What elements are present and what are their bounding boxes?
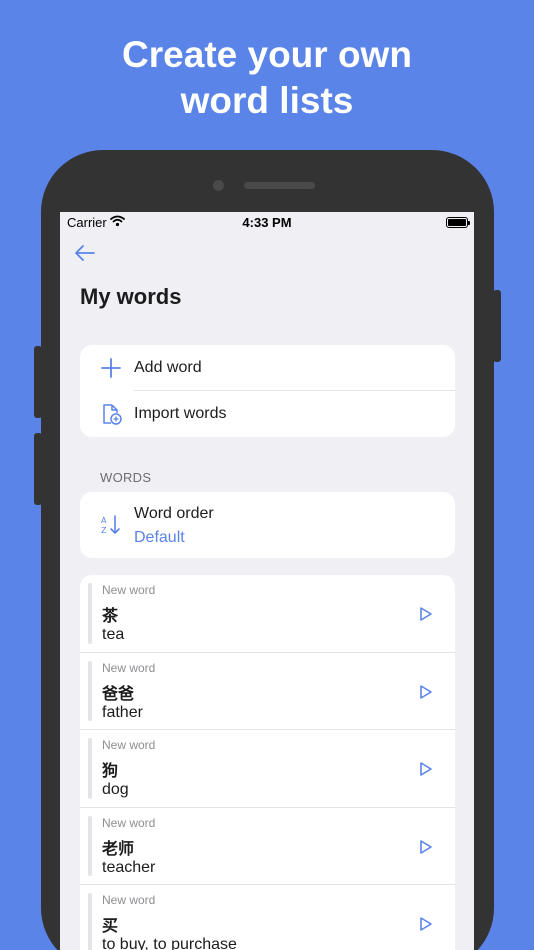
app-screen: Carrier 4:33 PM My words Add word Import…: [60, 212, 474, 950]
battery-icon: [446, 217, 470, 228]
play-icon[interactable]: [419, 839, 433, 855]
word-status: New word: [102, 738, 156, 752]
word-hanzi: 狗: [102, 761, 119, 780]
speaker-grille: [244, 182, 315, 189]
word-meaning: father: [102, 703, 143, 721]
status-bar-indicator: [88, 660, 92, 721]
word-status: New word: [102, 660, 156, 675]
play-icon[interactable]: [419, 761, 433, 777]
word-meaning: teacher: [102, 858, 156, 876]
status-bar-indicator: [88, 738, 92, 799]
svg-text:A: A: [101, 516, 107, 525]
word-list-item[interactable]: New word 狗 dog: [80, 730, 455, 808]
status-bar-indicator: [88, 815, 92, 876]
word-order-card: A Z Word order Default: [80, 492, 455, 558]
word-order-button[interactable]: A Z Word order Default: [80, 492, 455, 558]
import-words-button[interactable]: Import words: [80, 391, 455, 437]
word-meaning: to buy, to purchase: [102, 936, 237, 950]
import-words-label: Import words: [134, 405, 227, 422]
word-hanzi: 爸爸: [102, 683, 135, 703]
section-header-words: WORDS: [100, 470, 152, 485]
status-bar-indicator: [88, 893, 92, 950]
word-order-value: Default: [134, 529, 185, 546]
word-list-item[interactable]: New word 爸爸 father: [80, 653, 455, 730]
play-icon[interactable]: [419, 916, 433, 932]
actions-card: Add word Import words: [80, 345, 455, 437]
word-list-item[interactable]: New word 老师 teacher: [80, 808, 455, 885]
promo-headline-line1: Create your own: [122, 34, 412, 75]
word-list-item[interactable]: New word 买 to buy, to purchase: [80, 885, 455, 950]
play-icon[interactable]: [419, 684, 433, 700]
word-hanzi: 老师: [102, 838, 135, 858]
word-hanzi: 茶: [102, 606, 119, 625]
word-list: New word 茶 tea New word 爸爸 father New wo…: [80, 575, 455, 950]
status-bar: Carrier 4:33 PM: [60, 212, 474, 234]
word-list-item[interactable]: New word 茶 tea: [80, 575, 455, 653]
word-status: New word: [102, 583, 156, 597]
word-meaning: tea: [102, 626, 125, 643]
word-hanzi: 买: [102, 916, 119, 935]
play-icon[interactable]: [419, 606, 433, 622]
svg-text:Z: Z: [101, 526, 107, 535]
status-time: 4:33 PM: [242, 215, 292, 230]
page-title: My words: [80, 284, 182, 309]
sort-az-icon: A Z: [101, 515, 120, 535]
add-word-button[interactable]: Add word: [80, 345, 455, 391]
promo-headline: Create your own word lists: [0, 32, 534, 124]
add-word-label: Add word: [134, 359, 202, 376]
status-bar-indicator: [88, 583, 92, 644]
plus-icon: [101, 358, 121, 378]
power-button: [493, 290, 501, 362]
camera-icon: [213, 180, 224, 191]
word-status: New word: [102, 815, 156, 830]
promo-headline-line2: word lists: [180, 80, 354, 121]
document-plus-icon: [103, 404, 122, 425]
word-meaning: dog: [102, 781, 129, 798]
arrow-left-icon[interactable]: [72, 242, 98, 264]
word-order-label: Word order: [134, 505, 214, 522]
word-status: New word: [102, 893, 156, 907]
